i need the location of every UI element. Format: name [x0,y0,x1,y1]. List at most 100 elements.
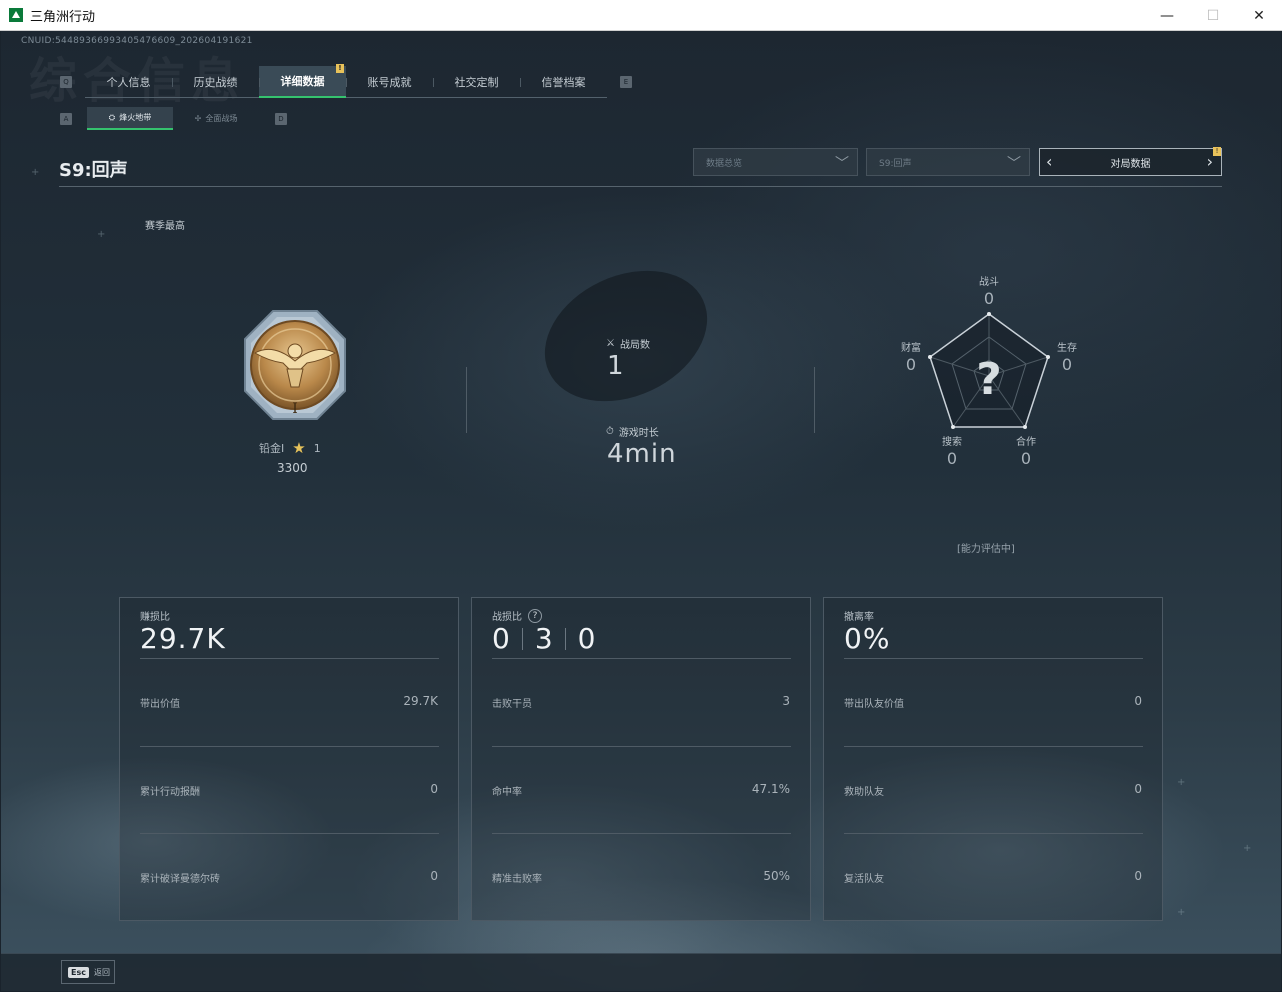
header-divider [59,186,1222,187]
game-canvas: 综合信息 CNUID:544893669934054766​09_2026041… [1,31,1281,991]
radar-axis-survival: 生存 [1057,343,1077,354]
crosshair-icon: + [1177,907,1186,918]
tab-reputation[interactable]: 信誉档案 [520,66,607,98]
kda-divider [564,627,566,650]
main-tabs: 个人信息 历史战绩 详细数据 ! 账号成就 社交定制 信誉档案 [85,64,607,98]
help-icon[interactable]: ? [528,608,542,623]
radar-value-combat: 0 [983,289,995,308]
stat-row-value: 47.1% [751,782,790,796]
ability-radar-chart: ? [928,312,1050,429]
tab-next-key[interactable]: E [620,76,632,88]
section-divider [466,367,467,433]
rank-medal-icon: I [244,310,346,420]
stat-row-label: 带出队友价值 [844,699,904,710]
kda-values: 0 3 0 [492,622,595,655]
stat-row-value: 3 [782,694,790,708]
playtime-value: 4min [607,439,677,469]
crosshair-icon: + [97,229,106,240]
section-divider [814,367,815,433]
panel-title: 战损比 ? [492,608,542,623]
notification-badge: ! [336,64,344,73]
radar-value-survival: 0 [1061,355,1073,374]
stat-row-label: 击败干员 [492,699,532,710]
rank-score: 3300 [277,461,308,475]
rank-line: 铅金I ★ 1 [259,439,321,457]
tab-detailed-data[interactable]: 详细数据 ! [259,64,346,98]
rank-tier: 铅金I [259,442,285,455]
window-controls: — ☐ ✕ [1144,0,1282,31]
crosshair-icon: + [1177,777,1186,788]
extraction-rate-value: 0% [844,622,891,655]
warfare-mode-icon: ✢ [194,114,202,123]
stat-row-label: 累计破译曼德尔砖 [140,874,220,885]
panel-divider [844,833,1143,834]
panel-divider [844,658,1143,659]
stat-row-label: 带出价值 [140,699,180,710]
rank-stars: 1 [313,441,321,455]
tab-personal-info[interactable]: 个人信息 [85,66,172,98]
crosshair-icon: + [31,167,40,178]
stat-row-label: 精准击败率 [492,874,542,885]
radar-axis-search: 搜索 [942,437,962,448]
profit-panel: 赚损比 29.7K 带出价值 29.7K 累计行动报酬 0 累计破译曼德尔砖 0 [119,597,459,921]
subtab-operations[interactable]: ⛭ 烽火地带 [87,107,173,130]
back-button[interactable]: Esc 返回 [61,960,115,984]
bottom-bar [1,953,1281,991]
minimize-button[interactable]: — [1144,0,1190,31]
radar-value-search: 0 [946,449,958,468]
tab-prev-key[interactable]: Q [60,76,72,88]
radar-value-wealth: 0 [905,355,917,374]
window-title: 三角洲行动 [30,8,96,24]
tab-history[interactable]: 历史战绩 [172,66,259,98]
radar-axis-teamwork: 合作 [1016,437,1036,448]
radar-center-mark: ? [976,354,1002,405]
season-best-label: 赛季最高 [145,221,185,232]
stat-row-label: 救助队友 [844,787,884,798]
stat-row-label: 累计行动报酬 [140,787,200,798]
combat-panel: 战损比 ? 0 3 0 击败干员 3 命中率 47.1% 精准击败率 50% [471,597,811,921]
chevron-left-icon[interactable]: ‹ [1046,152,1052,171]
season-dropdown[interactable]: S9:回声 ﹀ [866,148,1030,176]
subtab-warfare[interactable]: ✢ 全面战场 [173,107,259,130]
playtime-label: ⏱ 游戏时长 [606,426,659,439]
stat-row-value: 0 [1134,694,1142,708]
operations-mode-icon: ⛭ [108,112,116,122]
kda-divider [521,627,523,650]
panel-divider [844,746,1143,747]
subtab-prev-key[interactable]: A [60,113,72,125]
data-scope-dropdown[interactable]: 数据总览 ﹀ [693,148,858,176]
star-icon: ★ [292,439,306,457]
notification-badge: ! [1213,147,1221,156]
panel-divider [140,833,439,834]
chevron-down-icon: ﹀ [1007,156,1021,172]
kda-kills: 0 [492,622,510,655]
panel-divider [140,746,439,747]
panel-title: 赚损比 [140,612,170,623]
stat-row-value: 0 [1134,869,1142,883]
chevron-down-icon: ﹀ [835,156,849,172]
subtab-next-key[interactable]: D [275,113,287,125]
stopwatch-icon: ⏱ [606,426,614,437]
medal-numeral: I [292,401,298,417]
app-icon [9,8,23,22]
radar-axis-combat: 战斗 [979,277,999,288]
window-titlebar: 三角洲行动 — ☐ ✕ [0,0,1282,31]
radar-value-teamwork: 0 [1020,449,1032,468]
panel-divider [140,658,439,659]
ability-assessment-note: [能力评估中] [957,544,1015,555]
mode-subtabs: ⛭ 烽火地带 ✢ 全面战场 [87,107,259,130]
matches-value: 1 [607,351,625,381]
maximize-button[interactable]: ☐ [1190,0,1236,31]
stat-row-value: 0 [430,869,438,883]
season-title: S9:回声 [59,160,128,181]
player-id: CNUID:544893669934054766​09_202604191621 [21,36,253,46]
panel-divider [492,658,791,659]
extraction-panel: 撤离率 0% 带出队友价值 0 救助队友 0 复活队友 0 [823,597,1163,921]
tab-social[interactable]: 社交定制 [433,66,520,98]
match-data-pager: ‹ 对局数据 › [1039,148,1222,176]
close-button[interactable]: ✕ [1236,0,1282,31]
tab-achievements[interactable]: 账号成就 [346,66,433,98]
stat-row-value: 29.7K [403,694,438,708]
back-label: 返回 [93,967,110,977]
stat-row-value: 0 [430,782,438,796]
